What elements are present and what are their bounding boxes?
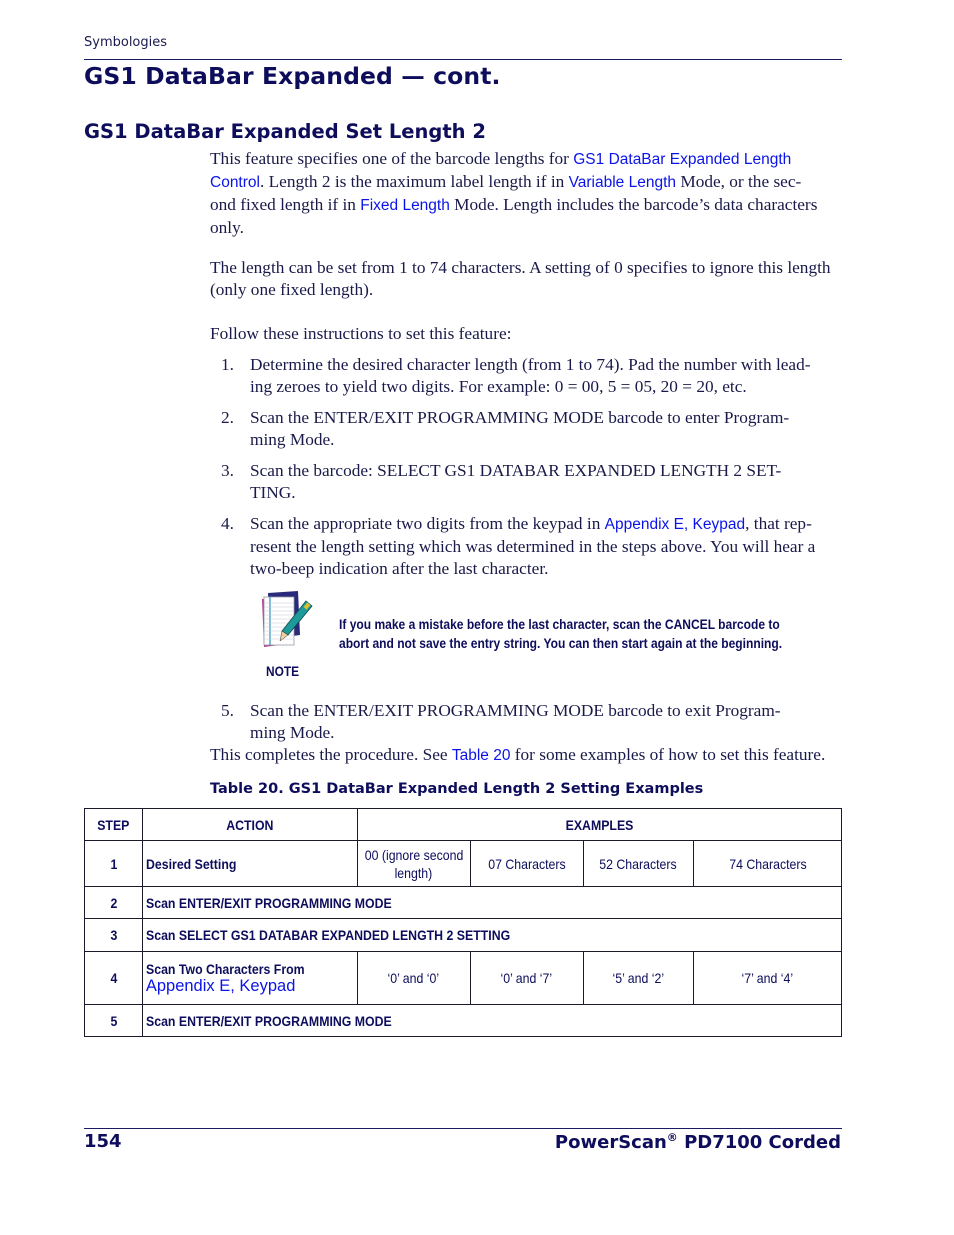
section-title: GS1 DataBar Expanded Set Length 2 [84, 120, 486, 143]
example-cell: ‘7’ and ‘4’ [693, 951, 842, 1005]
example-cell: 74 Characters [693, 840, 842, 887]
notepad-pen-icon [258, 591, 314, 649]
page-number: 154 [84, 1131, 122, 1152]
intro-line-1: This feature specifies one of the barcod… [210, 149, 792, 168]
table-row: 4 Scan Two Characters From Appendix E, K… [84, 951, 842, 1005]
link-appendix-e-keypad[interactable]: Appendix E, Keypad [605, 516, 745, 533]
header-examples: EXAMPLES [356, 808, 843, 841]
example-cell: 00 (ignore second length) [356, 840, 471, 887]
link-fixed-length[interactable]: Fixed Length [360, 197, 450, 214]
table-row: 2 Scan ENTER/EXIT PROGRAMMING MODE [84, 886, 843, 919]
intro-paragraph: This feature specifies one of the barcod… [210, 148, 844, 239]
example-cell: ‘5’ and ‘2’ [582, 951, 695, 1005]
table-row: 5 Scan ENTER/EXIT PROGRAMMING MODE [84, 1004, 843, 1037]
intro-line-4: only. [210, 218, 244, 237]
header-rule [84, 59, 842, 60]
step-cell: 4 [84, 951, 143, 1005]
link-length-control-cont[interactable]: Control [210, 174, 260, 191]
table-row: 3 Scan SELECT GS1 DATABAR EXPANDED LENGT… [84, 918, 843, 952]
breadcrumb: Symbologies [84, 35, 168, 50]
note-label: NOTE [266, 663, 300, 679]
example-cell: ‘0’ and ‘0’ [356, 951, 471, 1005]
action-cell: Scan ENTER/EXIT PROGRAMMING MODE [141, 1004, 843, 1037]
footer-rule [84, 1128, 842, 1129]
link-variable-length[interactable]: Variable Length [569, 174, 676, 191]
example-cell: 07 Characters [469, 840, 584, 887]
link-appendix-e-keypad-table[interactable]: Appendix E, Keypad [146, 977, 296, 995]
table-row: 1 Desired Setting 00 (ignore second lengt… [84, 840, 842, 887]
intro-line-3: ond fixed length if in Fixed Length Mode… [210, 195, 818, 214]
settings-examples-table: STEP ACTION EXAMPLES 1 Desired Setting 0… [84, 808, 843, 1037]
action-cell: Scan Two Characters From Appendix E, Key… [141, 951, 358, 1005]
action-cell: Scan SELECT GS1 DATABAR EXPANDED LENGTH … [141, 918, 843, 952]
header-action: ACTION [141, 808, 358, 841]
table-header-row: STEP ACTION EXAMPLES [84, 808, 843, 841]
step-cell: 3 [84, 918, 143, 952]
action-cell: Desired Setting [141, 840, 358, 887]
header-step: STEP [84, 808, 143, 841]
table-caption: Table 20. GS1 DataBar Expanded Length 2 … [210, 781, 704, 797]
step-cell: 1 [84, 840, 143, 887]
instructions-lead: Follow these instructions to set this fe… [210, 324, 512, 343]
intro-line-2: Control. Length 2 is the maximum label l… [210, 172, 802, 191]
step-cell: 2 [84, 886, 143, 919]
example-cell: ‘0’ and ‘7’ [469, 951, 584, 1005]
action-cell: Scan ENTER/EXIT PROGRAMMING MODE [141, 886, 843, 919]
link-length-control[interactable]: GS1 DataBar Expanded Length [573, 151, 791, 168]
link-table-20[interactable]: Table 20 [452, 747, 511, 764]
page-title: GS1 DataBar Expanded — cont. [84, 62, 501, 90]
product-name: PowerScan® PD7100 Corded [554, 1131, 841, 1153]
note-text: If you make a mistake before the last ch… [339, 616, 783, 651]
length-range-paragraph: The length can be set from 1 to 74 chara… [210, 258, 831, 299]
example-cell: 52 Characters [582, 840, 695, 887]
step-cell: 5 [84, 1004, 143, 1037]
closing-paragraph: This completes the procedure. See Table … [210, 745, 826, 764]
